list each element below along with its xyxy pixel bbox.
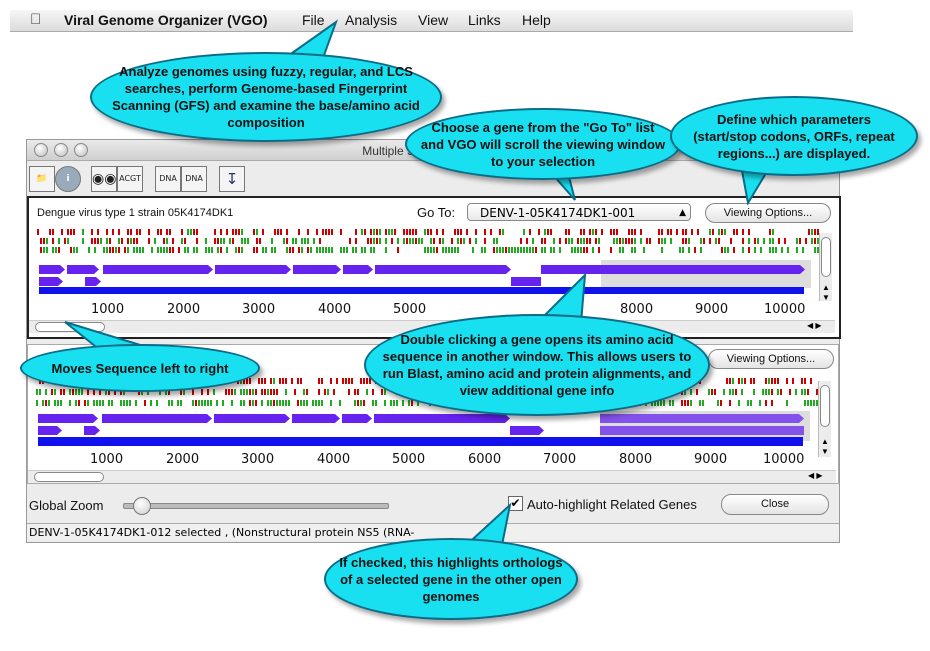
callout-goto: Choose a gene from the "Go To" list and … (405, 108, 681, 180)
callout-checked: If checked, this highlights orthologs of… (324, 538, 578, 620)
callout-define: Define which parameters (start/stop codo… (670, 96, 918, 176)
callout-moves: Moves Sequence left to right (20, 344, 260, 392)
callout-analyze: Analyze genomes using fuzzy, regular, an… (90, 52, 442, 142)
callout-double-click: Double clicking a gene opens its amino a… (364, 314, 710, 416)
